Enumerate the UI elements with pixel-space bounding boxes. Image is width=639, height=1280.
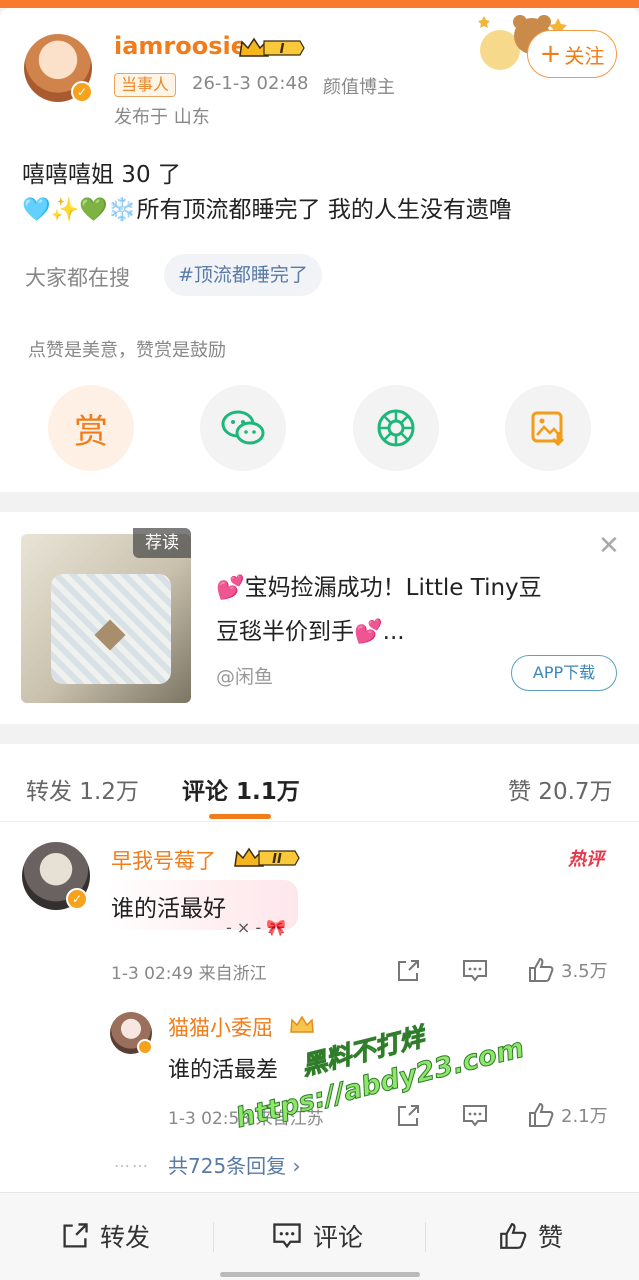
author-name[interactable]: iamroosie bbox=[114, 32, 247, 60]
post-text-line-2: 🩵✨💚❄️所有顶流都睡完了 我的人生没有遗噜 bbox=[22, 197, 512, 223]
hot-comment-badge: 热评 bbox=[568, 849, 604, 870]
trending-search-label: 大家都在搜 bbox=[25, 266, 130, 290]
comment-reply-button[interactable] bbox=[461, 958, 489, 984]
vip-crown-icon: I bbox=[239, 37, 305, 57]
comment-share-button[interactable] bbox=[395, 958, 421, 984]
comment-text: 谁的活最好 bbox=[111, 896, 226, 922]
post-time: 26-1-3 02:48 bbox=[192, 73, 309, 94]
comment-like-button[interactable]: 3.5万 bbox=[527, 956, 608, 984]
interaction-tabs: 转发 1.2万 评论 1.1万 赞 20.7万 bbox=[0, 744, 639, 822]
verified-badge-icon: ✓ bbox=[71, 81, 93, 103]
like-label: 赞 bbox=[538, 1223, 564, 1252]
divider bbox=[213, 1222, 214, 1252]
comment-meta: 1-3 02:49 来自浙江 bbox=[111, 964, 267, 984]
post-location: 发布于 山东 bbox=[114, 107, 210, 128]
active-tab-indicator bbox=[209, 814, 271, 819]
plus-icon: + bbox=[539, 39, 562, 69]
share-moments-button[interactable] bbox=[353, 385, 439, 471]
comment-label: 评论 bbox=[313, 1223, 364, 1252]
repost-label: 转发 bbox=[100, 1223, 151, 1252]
reward-icon: 赏 bbox=[74, 411, 108, 452]
ad-source: @闲鱼 bbox=[216, 666, 274, 688]
verified-badge-icon bbox=[137, 1039, 153, 1055]
top-status-strip bbox=[0, 0, 639, 8]
tab-repost[interactable]: 转发 1.2万 bbox=[26, 772, 139, 806]
repost-button[interactable]: 转发 bbox=[60, 1218, 150, 1254]
thumb-up-icon bbox=[529, 1102, 554, 1127]
thumb-up-icon bbox=[529, 957, 554, 982]
member-crown-icon bbox=[290, 1015, 314, 1033]
bubble-deco-text: - × - bbox=[226, 918, 262, 937]
view-more-replies-link[interactable]: 共725条回复 › bbox=[168, 1150, 301, 1179]
follow-button[interactable]: + 关注 bbox=[527, 30, 617, 78]
reply-comment-button[interactable] bbox=[461, 1103, 489, 1129]
comment-button[interactable]: 评论 bbox=[271, 1218, 363, 1254]
thumb-up-icon bbox=[500, 1223, 527, 1249]
ad-label: 荐读 bbox=[133, 528, 191, 558]
more-dots: …… bbox=[114, 1152, 150, 1171]
comment-icon bbox=[273, 1223, 301, 1249]
wechat-icon bbox=[221, 410, 265, 445]
comment-icon bbox=[463, 960, 487, 982]
reply-text: 谁的活最差 bbox=[168, 1058, 279, 1083]
reward-button[interactable]: 赏 bbox=[48, 385, 134, 471]
reply-like-count: 2.1万 bbox=[561, 1106, 608, 1127]
reply-like-button[interactable]: 2.1万 bbox=[527, 1101, 608, 1129]
save-image-icon bbox=[531, 411, 565, 447]
svg-text:I: I bbox=[280, 42, 285, 57]
follow-label: 关注 bbox=[564, 43, 605, 68]
role-tag: 当事人 bbox=[114, 73, 177, 97]
tab-like[interactable]: 赞 20.7万 bbox=[508, 772, 613, 806]
save-image-button[interactable] bbox=[505, 385, 591, 471]
bubble-bow-deco: - × - 🎀 bbox=[226, 918, 287, 937]
tooltip-pointer bbox=[80, 365, 100, 375]
ad-title-line-1[interactable]: 💕宝妈捡漏成功！Little Tiny豆 bbox=[216, 568, 542, 602]
comment-like-count: 3.5万 bbox=[561, 961, 608, 982]
share-wechat-button[interactable] bbox=[200, 385, 286, 471]
post-text-line-1: 嘻嘻嘻姐 30 了 bbox=[22, 162, 181, 188]
share-icon bbox=[63, 1223, 88, 1248]
author-description: 颜值博主 bbox=[323, 77, 395, 98]
ad-image[interactable] bbox=[21, 534, 191, 703]
hashtag-chip[interactable]: #顶流都睡完了 bbox=[164, 254, 322, 296]
verified-badge-icon: ✓ bbox=[66, 888, 88, 910]
share-icon bbox=[398, 1105, 419, 1126]
share-row: 赏 bbox=[0, 385, 639, 471]
commenter-name[interactable]: 早我号莓了 bbox=[111, 845, 216, 875]
home-indicator bbox=[220, 1272, 420, 1277]
ad-title-line-2[interactable]: 豆毯半价到手💕... bbox=[216, 612, 405, 646]
svg-text:II: II bbox=[272, 852, 282, 867]
vip-crown-icon: II bbox=[234, 847, 300, 867]
reply-user-name[interactable]: 猫猫小委屈 bbox=[168, 1012, 273, 1042]
close-icon[interactable]: ✕ bbox=[598, 533, 620, 559]
like-button[interactable]: 赞 bbox=[498, 1218, 563, 1254]
comment-list bbox=[0, 822, 639, 1192]
reward-hint: 点赞是美意，赞赏是鼓励 bbox=[28, 340, 226, 361]
share-icon bbox=[398, 960, 419, 981]
comment-icon bbox=[463, 1105, 487, 1127]
reply-share-button[interactable] bbox=[395, 1103, 421, 1129]
divider bbox=[425, 1222, 426, 1252]
tab-comment[interactable]: 评论 1.1万 bbox=[182, 772, 300, 806]
app-download-button[interactable]: APP下载 bbox=[511, 655, 617, 691]
moments-icon bbox=[377, 409, 415, 447]
